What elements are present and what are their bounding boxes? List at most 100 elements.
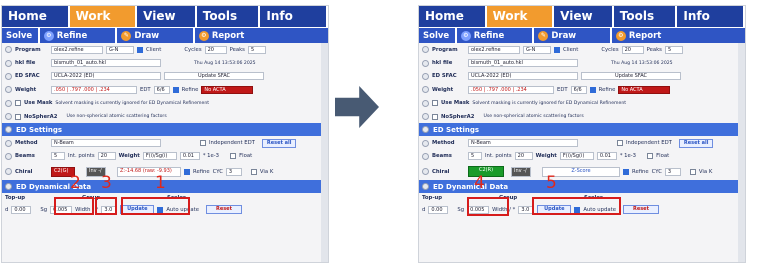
nospher-row: NoSpherA2 Use non-spherical atomic scatt… (2, 110, 328, 123)
int-points-input[interactable]: 20 (97, 152, 116, 161)
mask-checkbox-2[interactable] (432, 100, 438, 107)
menu-work[interactable]: Work (69, 6, 138, 27)
float-checkbox[interactable] (230, 153, 237, 160)
client-label-2: Client (563, 46, 579, 53)
ed-weight-select-2[interactable]: F(i)/Sg(i) (559, 152, 594, 161)
scrollbar[interactable] (321, 43, 328, 262)
sub-solve-label: Solve (6, 30, 33, 41)
client-checkbox-2[interactable] (554, 46, 560, 53)
menu-work-2[interactable]: Work (486, 6, 555, 27)
nospher-row-2: NoSpherA2 Use non-spherical atomic scatt… (419, 110, 745, 123)
draw-icon: ✎ (121, 30, 132, 41)
update-sfac-button[interactable]: Update SFAC (164, 72, 264, 81)
zscore-display: Z:-14.68 (raw: -9.93) (117, 166, 181, 177)
scrollbar-2[interactable] (738, 43, 745, 262)
beams-input[interactable]: 5 (51, 152, 65, 161)
menu-tools-2[interactable]: Tools (614, 6, 678, 27)
sg-input-2[interactable]: 0.01 (596, 152, 617, 161)
ed-dyn-header-2[interactable]: ED Dynamical Data (419, 180, 745, 194)
weight-refine-checkbox-2[interactable] (589, 86, 596, 93)
mask-checkbox[interactable] (15, 100, 21, 107)
acta-select[interactable]: No ACTA (201, 85, 254, 94)
ed-settings-header-2[interactable]: ED Settings (419, 123, 745, 137)
menu-view[interactable]: View (137, 6, 197, 27)
hkl-select-2[interactable]: bismuth_01_auto.hkl (468, 59, 578, 68)
menu-home[interactable]: Home (2, 6, 70, 27)
acta-select-2[interactable]: No ACTA (618, 85, 671, 94)
chiral-refine-checkbox[interactable] (184, 168, 190, 175)
reset-all-button[interactable]: Reset all (261, 138, 297, 148)
menu-bar-2: Home Work View Tools Info (419, 6, 745, 27)
update-sfac-button-2[interactable]: Update SFAC (581, 72, 681, 81)
menu-view-2[interactable]: View (554, 6, 614, 27)
sub-refine-2[interactable]: ⚙ Refine (457, 27, 535, 44)
reset-all-button-2[interactable]: Reset all (678, 138, 714, 148)
weight-refine-checkbox[interactable] (172, 86, 179, 93)
weight-input[interactable]: .050 | .797 .000 | .234 (51, 85, 137, 94)
sub-report-2[interactable]: ⚙ Report (612, 28, 745, 44)
nospher-checkbox-2[interactable] (432, 113, 438, 120)
cyc-select-2[interactable]: 3 (664, 167, 681, 176)
right-arrow-icon (335, 86, 379, 128)
edt-input-2[interactable]: 6/6 (570, 85, 587, 94)
nospher-label: NoSpherA2 (24, 113, 58, 120)
weight-dot-icon (5, 86, 12, 94)
sub-solve-2[interactable]: Solve (419, 27, 457, 44)
sub-draw[interactable]: ✎ Draw (117, 27, 195, 44)
chiral-refine-label-2: Refine (632, 168, 649, 175)
indep-checkbox-2[interactable] (617, 140, 623, 147)
highlight-chiral-button-2 (467, 197, 509, 216)
step-label-4: 4 (474, 173, 485, 193)
nospher-checkbox[interactable] (15, 113, 21, 120)
sub-solve[interactable]: Solve (2, 27, 40, 44)
indep-checkbox[interactable] (200, 140, 206, 147)
mask-label-2: Use Mask (441, 100, 470, 107)
d-input[interactable]: 0.00 (11, 205, 32, 214)
float-checkbox-2[interactable] (647, 153, 654, 160)
sub-draw-2[interactable]: ✎ Draw (534, 27, 612, 44)
refine-icon-2: ⚙ (460, 30, 471, 41)
sfac-select[interactable]: UCLA-2022 (ED) (51, 72, 161, 81)
ed-settings-header[interactable]: ED Settings (2, 123, 328, 137)
cyc-select[interactable]: 3 (225, 167, 242, 176)
menu-home-2[interactable]: Home (419, 6, 487, 27)
hkl-select[interactable]: bismuth_01_auto.hkl (51, 59, 161, 68)
program-select[interactable]: olex2.refine (51, 45, 103, 54)
menu-info-2[interactable]: Info (677, 6, 745, 27)
beams-row-2: Beams 5 Int. points 20 Weight F(i)/Sg(i)… (419, 150, 745, 163)
program-label: Program (15, 46, 41, 53)
peaks-input-2[interactable]: 5 (664, 45, 683, 54)
peaks-input[interactable]: 5 (247, 45, 266, 54)
sub-report[interactable]: ⚙ Report (195, 28, 328, 44)
int-points-input-2[interactable]: 20 (514, 152, 533, 161)
ed-weight-select[interactable]: F(i)/Sg(i) (142, 152, 177, 161)
ed-weight-label: Weight (118, 153, 140, 160)
sfac-label-2: ED SFAC (432, 73, 457, 80)
d-input-2[interactable]: 0.00 (428, 205, 449, 214)
method-select-2[interactable]: G-N (523, 45, 551, 54)
edt-input[interactable]: 6/6 (153, 85, 170, 94)
chiral-refine-checkbox-2[interactable] (623, 168, 629, 175)
program-select-2[interactable]: olex2.refine (468, 45, 520, 54)
client-checkbox[interactable] (137, 46, 143, 53)
cycles-input[interactable]: 20 (204, 45, 227, 54)
beams-input-2[interactable]: 5 (468, 152, 482, 161)
d-label: d (5, 206, 9, 213)
sfac-select-2[interactable]: UCLA-2022 (ED) (468, 72, 578, 81)
method-select[interactable]: G-N (106, 45, 134, 54)
weight-label: Weight (15, 86, 37, 93)
weight-input-2[interactable]: .050 | .797 .000 | .234 (468, 85, 554, 94)
ed-method-select-2[interactable]: N-Beam (468, 139, 578, 148)
dyn-reset-button[interactable]: Reset (205, 205, 242, 215)
sg-input[interactable]: 0.01 (179, 152, 200, 161)
ed-method-select[interactable]: N-Beam (51, 139, 161, 148)
viak-checkbox-2[interactable] (689, 168, 696, 175)
viak-checkbox[interactable] (250, 168, 257, 175)
sub-refine[interactable]: ⚙ Refine (40, 27, 118, 44)
dyn-reset-button-2[interactable]: Reset (622, 205, 659, 215)
ed-section-icon (5, 126, 12, 134)
cycles-input-2[interactable]: 20 (621, 45, 644, 54)
invert-button-2[interactable]: Inv -/ (511, 166, 531, 177)
menu-info[interactable]: Info (260, 6, 328, 27)
menu-tools[interactable]: Tools (197, 6, 261, 27)
